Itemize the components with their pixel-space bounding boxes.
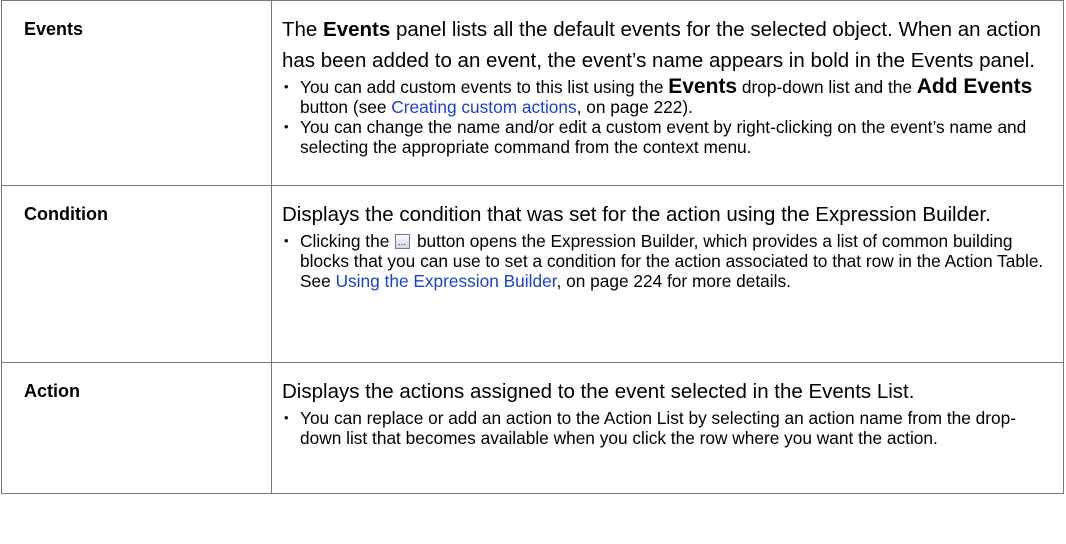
action-paragraph: Displays the actions assigned to the eve…	[282, 380, 915, 403]
condition-bullet-list: Clicking the button opens the Expression…	[282, 231, 1053, 291]
action-bullet-list: You can replace or add an action to the …	[282, 408, 1053, 448]
term-condition: Condition	[1, 185, 272, 363]
events-paragraph: The Events panel lists all the default e…	[282, 18, 1041, 72]
table-row-condition: Condition Displays the condition that wa…	[1, 185, 1064, 363]
condition-paragraph: Displays the condition that was set for …	[282, 203, 991, 226]
term-events: Events	[1, 0, 272, 186]
list-item: You can change the name and/or edit a cu…	[282, 117, 1053, 157]
table-row-action: Action Displays the actions assigned to …	[1, 362, 1064, 494]
list-item: You can replace or add an action to the …	[282, 408, 1053, 448]
link-creating-custom-actions[interactable]: Creating custom actions	[391, 97, 576, 117]
link-using-expression-builder[interactable]: Using the Expression Builder	[336, 271, 557, 291]
desc-events: The Events panel lists all the default e…	[271, 0, 1064, 186]
list-item: You can add custom events to this list u…	[282, 76, 1053, 117]
desc-action: Displays the actions assigned to the eve…	[271, 362, 1064, 494]
ellipsis-button-icon	[395, 232, 411, 252]
definition-table: Events The Events panel lists all the de…	[1, 0, 1064, 494]
events-bullet-list: You can add custom events to this list u…	[282, 76, 1053, 157]
list-item: Clicking the button opens the Expression…	[282, 231, 1053, 291]
desc-condition: Displays the condition that was set for …	[271, 185, 1064, 363]
table-row-events: Events The Events panel lists all the de…	[1, 0, 1064, 186]
term-action: Action	[1, 362, 272, 494]
